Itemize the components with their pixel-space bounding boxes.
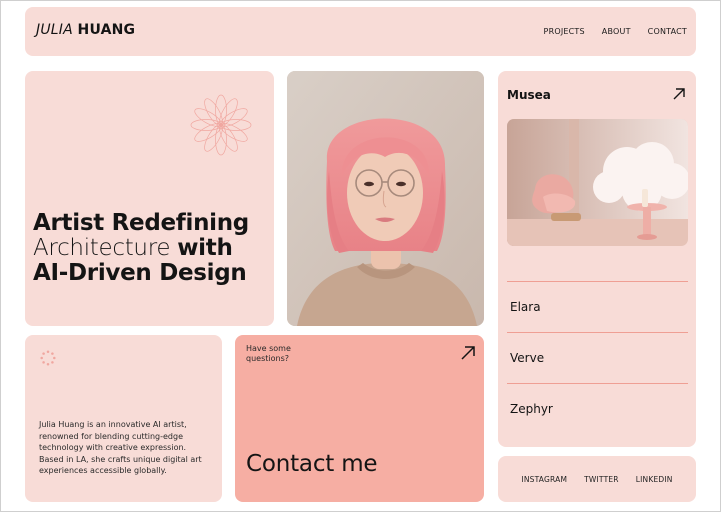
- hero-line-2-bold: with: [177, 235, 233, 261]
- contact-question: Have some questions?: [246, 344, 291, 363]
- hero-line-1: Artist Redefining: [33, 210, 249, 236]
- site-logo[interactable]: JULIA HUANG: [36, 22, 135, 38]
- twitter-link[interactable]: TWITTER: [584, 475, 619, 484]
- logo-last-name: HUANG: [77, 22, 136, 38]
- arrow-up-right-icon[interactable]: [460, 345, 476, 361]
- flower-outline-icon: [190, 94, 252, 156]
- dotted-ring-icon: [40, 350, 56, 366]
- instagram-link[interactable]: INSTAGRAM: [521, 475, 567, 484]
- project-name: Verve: [510, 351, 545, 365]
- nav-projects-link[interactable]: PROJECTS: [544, 27, 585, 36]
- project-list-item[interactable]: Verve: [507, 332, 688, 383]
- nav-about-link[interactable]: ABOUT: [602, 27, 631, 36]
- project-name: Elara: [510, 300, 541, 314]
- hero-line-3: AI-Driven Design: [33, 260, 247, 286]
- logo-first-name: JULIA: [36, 22, 73, 38]
- social-links: INSTAGRAM TWITTER LINKEDIN: [498, 475, 696, 484]
- project-name: Zephyr: [510, 402, 553, 416]
- project-list-item[interactable]: Zephyr: [507, 383, 688, 434]
- hero-card: Artist Redefining Architecture with AI-D…: [25, 71, 274, 326]
- project-list-item[interactable]: Elara: [507, 281, 688, 332]
- hero-headline: Artist Redefining Architecture with AI-D…: [33, 211, 249, 286]
- social-links-card: INSTAGRAM TWITTER LINKEDIN: [498, 456, 696, 502]
- arrow-up-right-icon[interactable]: [672, 87, 686, 101]
- project-list: Elara Verve Zephyr: [507, 281, 688, 434]
- projects-card: Musea Elara Verve Zephyr: [498, 71, 696, 447]
- contact-card[interactable]: Have some questions? Contact me: [235, 335, 484, 502]
- main-nav: PROJECTS ABOUT CONTACT: [544, 27, 687, 36]
- contact-heading[interactable]: Contact me: [246, 451, 378, 477]
- nav-contact-link[interactable]: CONTACT: [648, 27, 687, 36]
- featured-project-image[interactable]: [507, 119, 688, 246]
- about-card: Julia Huang is an innovative AI artist, …: [25, 335, 222, 502]
- featured-project-title[interactable]: Musea: [507, 88, 551, 102]
- about-description: Julia Huang is an innovative AI artist, …: [39, 420, 202, 476]
- hero-line-2-light: Architecture: [33, 235, 171, 261]
- artist-portrait-image: [287, 71, 484, 326]
- site-header: JULIA HUANG PROJECTS ABOUT CONTACT: [25, 7, 696, 56]
- linkedin-link[interactable]: LINKEDIN: [636, 475, 673, 484]
